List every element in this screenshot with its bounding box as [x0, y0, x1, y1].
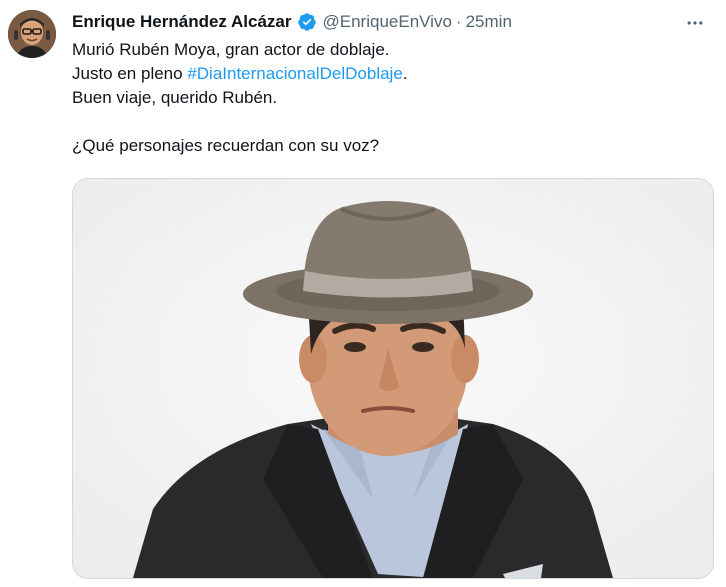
- author-handle[interactable]: @EnriqueEnVivo: [323, 12, 452, 32]
- header-separator: ·: [455, 12, 462, 31]
- avatar-image: [8, 10, 56, 58]
- tweet-text-line-3: Buen viaje, querido Rubén.: [72, 88, 278, 107]
- author-name[interactable]: Enrique Hernández Alcázar: [72, 12, 292, 32]
- tweet-text-line-1: Murió Rubén Moya, gran actor de doblaje.: [72, 40, 390, 59]
- hashtag-link[interactable]: #DiaInternacionalDelDoblaje: [187, 64, 402, 83]
- verified-badge-icon: [297, 12, 317, 32]
- timestamp[interactable]: 25min: [466, 12, 512, 32]
- more-horizontal-icon[interactable]: [678, 8, 712, 38]
- avatar[interactable]: [8, 10, 56, 58]
- photo-image: [73, 179, 713, 578]
- tweet-text-blank-line: [72, 110, 712, 134]
- tweet-text-line-2-suffix: .: [402, 64, 408, 83]
- tweet-photo[interactable]: [72, 178, 714, 579]
- tweet-text-line-2: Justo en pleno #DiaInternacionalDelDobla…: [72, 62, 712, 86]
- tweet-text: Murió Rubén Moya, gran actor de doblaje.…: [72, 38, 712, 158]
- tweet-text-line-4: ¿Qué personajes recuerdan con su voz?: [72, 136, 380, 155]
- tweet-header: Enrique Hernández Alcázar @EnriqueEnVivo…: [72, 10, 512, 34]
- tweet-text-line-2-prefix: Justo en pleno: [72, 64, 188, 83]
- tweet: Enrique Hernández Alcázar @EnriqueEnVivo…: [0, 0, 726, 587]
